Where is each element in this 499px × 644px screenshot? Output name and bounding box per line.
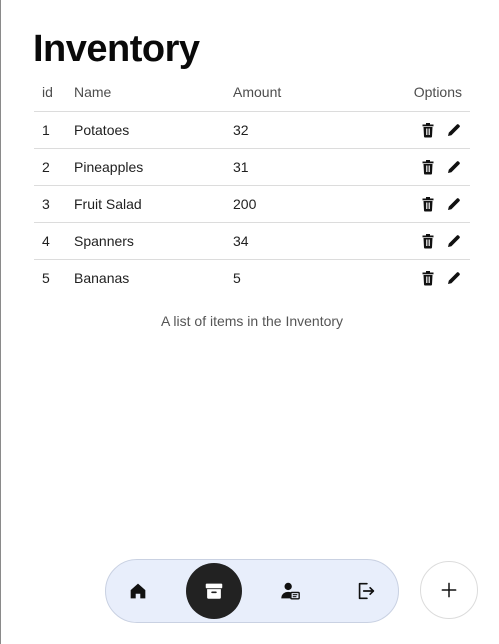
trash-icon[interactable] bbox=[420, 196, 436, 212]
inventory-table: id Name Amount Options 1 Potatoes 32 2 Pinea… bbox=[34, 74, 470, 296]
column-header-amount: Amount bbox=[233, 74, 383, 112]
cell-amount: 32 bbox=[233, 111, 383, 149]
table-row: 4 Spanners 34 bbox=[34, 222, 470, 260]
cell-amount: 5 bbox=[233, 269, 241, 286]
page-title: Inventory bbox=[33, 28, 200, 70]
page: Inventory id Name Amount Options 1 Potato… bbox=[0, 0, 499, 644]
user-card-icon bbox=[281, 582, 300, 600]
cell-amount: 31 bbox=[233, 148, 383, 186]
column-header-id: id bbox=[34, 74, 74, 112]
cell-options bbox=[383, 259, 470, 296]
pencil-icon[interactable] bbox=[446, 196, 462, 212]
plus-icon bbox=[441, 582, 457, 598]
cell-id: 5 bbox=[42, 269, 50, 286]
cell-name: Potatoes bbox=[74, 111, 233, 149]
cell-name: Bananas bbox=[74, 269, 130, 286]
trash-icon[interactable] bbox=[420, 159, 436, 175]
column-header-options: Options bbox=[383, 74, 470, 112]
cell-name: Pineapples bbox=[74, 148, 233, 186]
column-header-name: Name bbox=[74, 74, 233, 112]
nav-user-button[interactable] bbox=[262, 563, 318, 619]
cell-id: 2 bbox=[34, 148, 74, 186]
nav-home-button[interactable] bbox=[110, 563, 166, 619]
trash-icon[interactable] bbox=[420, 233, 436, 249]
cell-name: Spanners bbox=[74, 222, 233, 260]
home-icon bbox=[130, 583, 146, 599]
pencil-icon[interactable] bbox=[446, 122, 462, 138]
pencil-icon[interactable] bbox=[446, 159, 462, 175]
pencil-icon[interactable] bbox=[446, 233, 462, 249]
table-row: 1 Potatoes 32 bbox=[34, 111, 470, 149]
cell-options bbox=[383, 111, 470, 149]
cell-id: 3 bbox=[34, 185, 74, 223]
archive-icon bbox=[205, 583, 223, 599]
cell-id: 1 bbox=[34, 111, 74, 149]
cell-id: 4 bbox=[34, 222, 74, 260]
cell-amount: 34 bbox=[233, 222, 383, 260]
table-header-row: id Name Amount Options bbox=[34, 74, 470, 112]
nav-logout-button[interactable] bbox=[338, 563, 394, 619]
cell-name: Fruit Salad bbox=[74, 185, 233, 223]
nav-inventory-button[interactable] bbox=[186, 563, 242, 619]
add-item-button[interactable] bbox=[420, 561, 478, 619]
cell-options bbox=[383, 185, 470, 223]
table-row: 3 Fruit Salad 200 bbox=[34, 185, 470, 223]
cell-amount: 200 bbox=[233, 185, 383, 223]
table-row: 5 Bananas 5 bbox=[34, 259, 470, 296]
table-row: 2 Pineapples 31 bbox=[34, 148, 470, 186]
trash-icon[interactable] bbox=[420, 270, 436, 286]
logout-icon bbox=[358, 582, 375, 600]
table-caption: A list of items in the Inventory bbox=[160, 313, 344, 329]
pencil-icon[interactable] bbox=[446, 270, 462, 286]
cell-options bbox=[383, 148, 470, 186]
cell-options bbox=[383, 222, 470, 260]
trash-icon[interactable] bbox=[420, 122, 436, 138]
bottom-nav bbox=[105, 559, 399, 623]
